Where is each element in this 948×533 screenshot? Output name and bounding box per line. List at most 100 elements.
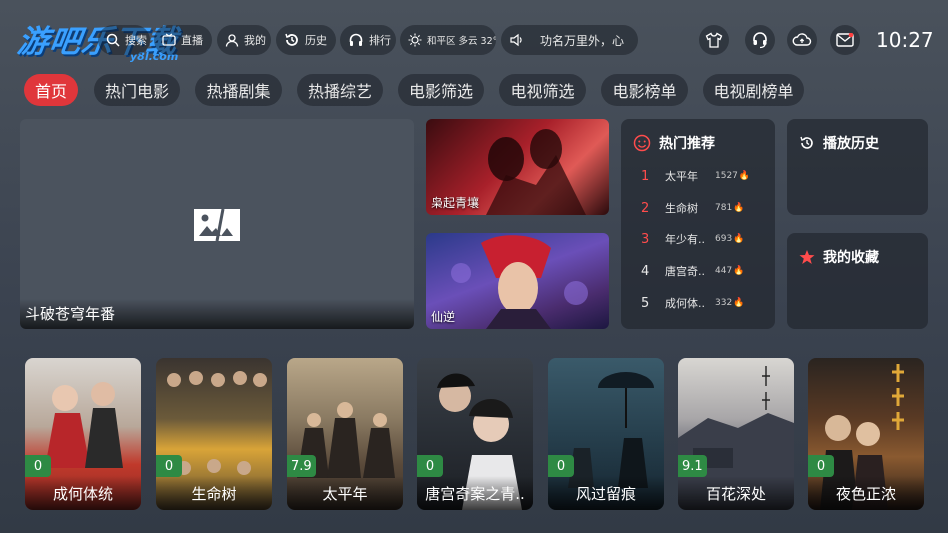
- cloud-button[interactable]: [787, 25, 817, 55]
- tv-icon: [162, 33, 176, 46]
- poster-title: 太平年: [322, 485, 368, 503]
- fire-icon: 🔥: [733, 298, 745, 308]
- weather-widget[interactable]: 和平区 多云 32°: [400, 25, 496, 55]
- rating-badge: 0: [808, 455, 834, 477]
- user-icon: [225, 34, 239, 47]
- tab-home[interactable]: 首页: [24, 74, 78, 106]
- poster-card[interactable]: 0 成何体统: [25, 358, 141, 510]
- hot-item-title: 成何体..: [665, 297, 705, 310]
- notice-text: 功名万里外，心: [540, 33, 625, 48]
- history-icon: [285, 33, 298, 46]
- tab-movie-filter[interactable]: 电影筛选: [398, 74, 484, 106]
- tab-hot-movies[interactable]: 热门电影: [94, 74, 180, 106]
- history-label: 历史: [305, 34, 327, 47]
- favorites-header: 我的收藏: [799, 247, 879, 267]
- weather-label: 和平区 多云 32°: [427, 36, 496, 47]
- poster-card[interactable]: 0 唐宫奇案之青..: [417, 358, 533, 510]
- poster-card[interactable]: 0 夜色正浓: [808, 358, 924, 510]
- fire-icon: 🔥: [733, 203, 745, 213]
- poster-title: 成何体统: [52, 485, 113, 503]
- smile-icon: [633, 134, 651, 152]
- thumb-card[interactable]: 仙逆: [426, 233, 609, 329]
- rating-badge: 0: [25, 455, 51, 477]
- hot-list-item[interactable]: 2 生命树 781 🔥: [641, 199, 744, 217]
- mine-button[interactable]: 我的: [217, 25, 271, 55]
- notice-bar[interactable]: 功名万里外，心: [501, 25, 638, 55]
- rank-number: 1: [641, 168, 650, 184]
- poster-card[interactable]: 0 风过留痕: [548, 358, 664, 510]
- featured-card[interactable]: 斗破苍穹年番: [20, 119, 414, 329]
- tab-movie-chart[interactable]: 电影榜单: [601, 74, 688, 106]
- tab-hot-series[interactable]: 热播剧集: [195, 74, 282, 106]
- mine-label: 我的: [244, 34, 266, 47]
- hot-recommend-title: 热门推荐: [659, 136, 715, 152]
- poster-card[interactable]: 0 生命树: [156, 358, 272, 510]
- hot-item-title: 年少有..: [665, 233, 705, 246]
- history-icon: [799, 135, 815, 151]
- support-button[interactable]: [745, 25, 775, 55]
- sun-icon: [408, 33, 422, 47]
- fire-icon: 🔥: [733, 266, 745, 276]
- hot-item-title: 太平年: [665, 170, 698, 183]
- fire-icon: 🔥: [733, 234, 745, 244]
- live-button[interactable]: 直播: [154, 25, 212, 55]
- poster-card[interactable]: 9.1 百花深处: [678, 358, 794, 510]
- favorites-panel[interactable]: 我的收藏: [787, 233, 928, 329]
- play-history-panel[interactable]: 播放历史: [787, 119, 928, 215]
- rank-number: 3: [641, 231, 650, 247]
- favorites-title: 我的收藏: [823, 250, 879, 266]
- search-label: 搜索: [125, 34, 147, 47]
- poster-title: 生命树: [191, 485, 237, 503]
- rank-button[interactable]: 排行: [340, 25, 396, 55]
- rank-number: 5: [641, 295, 650, 311]
- hot-item-title: 唐宫奇..: [665, 265, 705, 278]
- headset-icon: [349, 33, 363, 46]
- clock: 10:27: [876, 28, 934, 52]
- live-label: 直播: [181, 34, 203, 47]
- rating-badge: 0: [417, 455, 443, 477]
- star-icon: [799, 249, 815, 265]
- search-button[interactable]: 搜索: [98, 25, 150, 55]
- hot-item-count: 781: [715, 203, 733, 213]
- message-button[interactable]: [830, 25, 860, 55]
- image-placeholder-icon: [194, 208, 240, 242]
- hot-item-count: 693: [715, 234, 733, 244]
- cloud-icon: [792, 33, 812, 46]
- featured-title: 斗破苍穹年番: [25, 305, 116, 323]
- hot-item-title: 生命树: [665, 202, 698, 215]
- rank-number: 4: [641, 263, 650, 279]
- mail-icon: [836, 33, 854, 47]
- headset-support-icon: [753, 32, 767, 49]
- play-history-header: 播放历史: [799, 133, 879, 153]
- hot-list-item[interactable]: 3 年少有.. 693 🔥: [641, 230, 744, 248]
- tab-hot-variety[interactable]: 热播综艺: [297, 74, 383, 106]
- tab-tv-filter[interactable]: 电视筛选: [499, 74, 586, 106]
- speaker-icon: [510, 33, 522, 47]
- play-history-title: 播放历史: [823, 136, 879, 152]
- hot-recommend-header: 热门推荐: [633, 133, 715, 153]
- tab-tv-chart[interactable]: 电视剧榜单: [703, 74, 804, 106]
- rating-badge: 7.9: [287, 455, 316, 477]
- history-button[interactable]: 历史: [276, 25, 336, 55]
- poster-card[interactable]: 7.9 太平年: [287, 358, 403, 510]
- hot-list-item[interactable]: 5 成何体.. 332 🔥: [641, 294, 744, 312]
- skin-button[interactable]: [699, 25, 729, 55]
- tshirt-icon: [705, 32, 723, 48]
- rank-label: 排行: [369, 34, 391, 47]
- rating-badge: 0: [548, 455, 574, 477]
- rating-badge: 0: [156, 455, 182, 477]
- hot-item-count: 332: [715, 298, 733, 308]
- hot-item-count: 447: [715, 266, 733, 276]
- search-icon: [106, 33, 120, 47]
- hot-recommend-panel: 热门推荐 1 太平年 1527 🔥 2 生命树 781 🔥 3 年少有.. 693 🔥…: [621, 119, 775, 329]
- fire-icon: 🔥: [738, 171, 751, 181]
- hot-list-item[interactable]: 4 唐宫奇.. 447 🔥: [641, 262, 744, 280]
- hot-item-count: 1527: [715, 171, 738, 181]
- poster-title: 夜色正浓: [835, 485, 896, 503]
- poster-title: 风过留痕: [575, 485, 636, 503]
- thumb-title: 仙逆: [431, 310, 456, 324]
- hot-list-item[interactable]: 1 太平年 1527 🔥: [641, 167, 750, 185]
- thumb-card[interactable]: 枭起青壤: [426, 119, 609, 215]
- poster-title: 百花深处: [705, 485, 766, 503]
- thumb-title: 枭起青壤: [431, 196, 480, 210]
